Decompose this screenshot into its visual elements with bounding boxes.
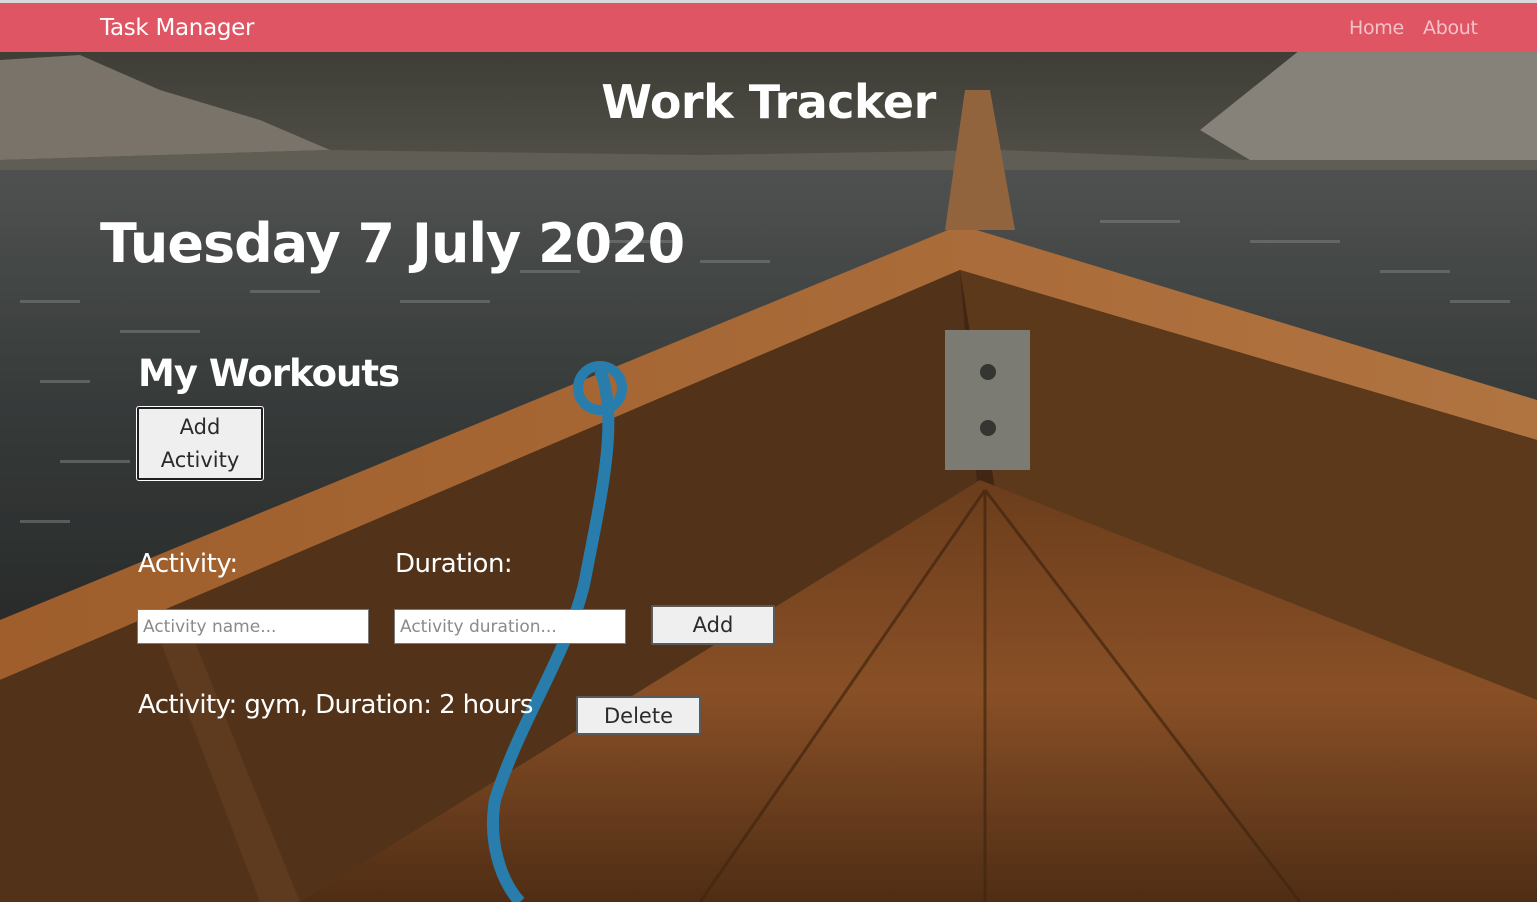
nav-link-home[interactable]: Home bbox=[1349, 17, 1404, 39]
navbar: Task Manager Home About bbox=[0, 3, 1537, 52]
brand-link[interactable]: Task Manager bbox=[100, 15, 254, 41]
duration-label: Duration: bbox=[395, 549, 513, 579]
page-title: Work Tracker bbox=[601, 75, 936, 129]
delete-button[interactable]: Delete bbox=[576, 696, 701, 735]
activity-duration-input[interactable] bbox=[394, 609, 626, 644]
activity-label: Activity: bbox=[138, 549, 238, 579]
nav-link-about[interactable]: About bbox=[1423, 17, 1478, 39]
activity-name-input[interactable] bbox=[137, 609, 369, 644]
add-button[interactable]: Add bbox=[651, 605, 775, 645]
section-title-my-workouts: My Workouts bbox=[138, 352, 400, 395]
add-activity-button[interactable]: Add Activity bbox=[136, 406, 264, 481]
workout-entry-text: Activity: gym, Duration: 2 hours bbox=[138, 690, 533, 720]
date-heading: Tuesday 7 July 2020 bbox=[100, 212, 685, 275]
